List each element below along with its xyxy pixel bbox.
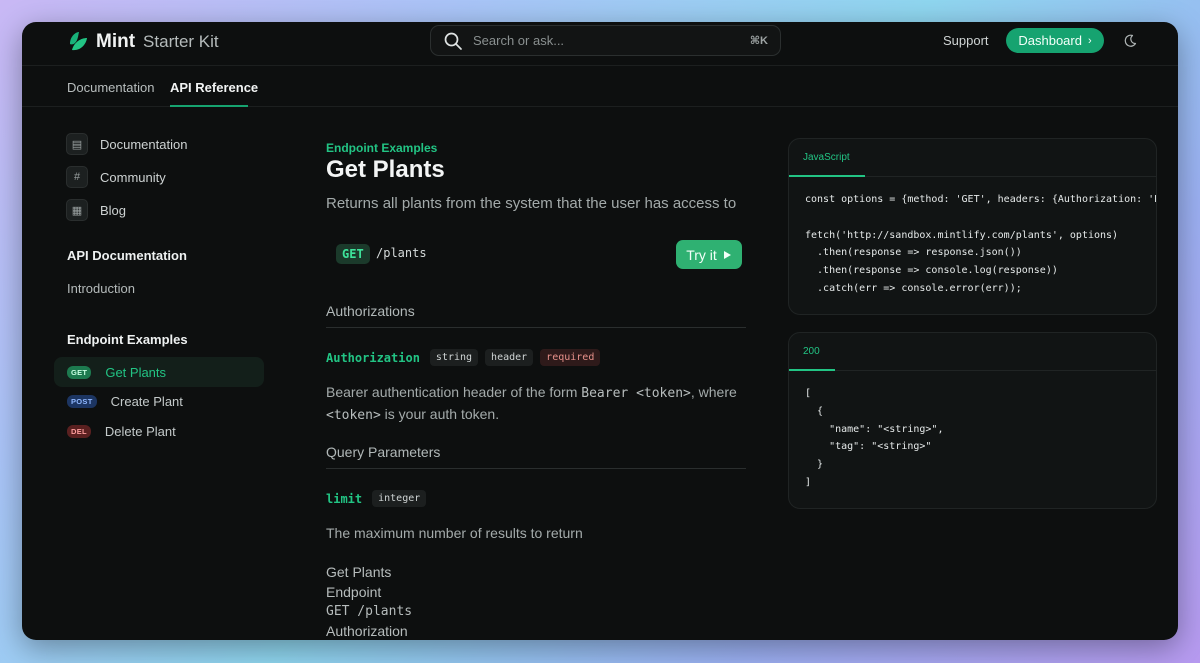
sidebar-item-create-plant[interactable]: POST Create Plant [54, 386, 264, 416]
tab-status-200[interactable]: 200 [803, 346, 820, 357]
sidebar-item-label: Community [100, 169, 166, 185]
sidebar-item-label: Create Plant [110, 393, 183, 409]
request-code-panel: JavaScript const options = {method: 'GET… [788, 138, 1157, 315]
top-bar: Mint Starter Kit Search or ask... ⌘K Sup… [22, 22, 1178, 66]
footer-line: Authorization [326, 623, 408, 639]
search-icon [444, 32, 462, 50]
desc-text: , where [690, 384, 737, 400]
auth-param-description: Bearer authentication header of the form… [326, 382, 746, 426]
desc-text: Bearer authentication header of the form [326, 384, 582, 400]
response-code-block: [ { "name": "<string>", "tag": "<string>… [805, 388, 944, 488]
limit-param-row: limit integer [326, 490, 427, 507]
type-tag: string [429, 349, 479, 366]
sidebar-item-delete-plant[interactable]: DEL Delete Plant [54, 416, 264, 446]
footer-line: Endpoint [326, 584, 382, 600]
sidebar-item-documentation[interactable]: ▤ Documentation [66, 133, 187, 155]
logo-name: Mint [96, 31, 136, 52]
sidebar-item-community[interactable]: # Community [66, 166, 166, 188]
sidebar-item-get-plants[interactable]: GET Get Plants [54, 357, 264, 387]
active-tab-indicator [789, 175, 865, 177]
logo-subtitle: Starter Kit [143, 32, 219, 51]
newspaper-icon: ▦ [66, 199, 88, 221]
page-description: Returns all plants from the system that … [326, 195, 737, 212]
sidebar-heading-endpoints: Endpoint Examples [67, 332, 188, 347]
top-tabs: Documentation API Reference [22, 67, 1178, 107]
required-tag: required [540, 349, 601, 366]
query-params-heading: Query Parameters [326, 444, 441, 460]
method-badge-post: POST [67, 394, 97, 408]
sidebar-item-blog[interactable]: ▦ Blog [66, 199, 126, 221]
authorizations-heading: Authorizations [326, 303, 415, 319]
mint-leaf-icon [70, 32, 87, 51]
play-icon [723, 250, 731, 259]
sidebar-item-label: Delete Plant [104, 423, 176, 439]
page-title: Get Plants [326, 156, 445, 183]
response-code-panel: 200 [ { "name": "<string>", "tag": "<str… [788, 332, 1157, 509]
divider [326, 468, 746, 469]
breadcrumb: Endpoint Examples [326, 141, 438, 155]
endpoint-bar: GET /plants Try it [326, 235, 746, 273]
location-tag: header [485, 349, 534, 366]
footer-line: Get Plants [326, 564, 392, 580]
dashboard-button[interactable]: Dashboard › [1006, 28, 1104, 53]
app-window: Mint Starter Kit Search or ask... ⌘K Sup… [22, 22, 1178, 640]
dashboard-label: Dashboard [1018, 33, 1082, 48]
footer-line: GET /plants [326, 604, 413, 619]
desc-text: is your auth token. [380, 406, 500, 422]
search-placeholder: Search or ask... [473, 33, 565, 48]
auth-param-row: Authorization string header required [326, 349, 601, 366]
tab-api-reference[interactable]: API Reference [170, 80, 258, 95]
slack-icon: # [66, 166, 88, 188]
try-it-button[interactable]: Try it [676, 240, 742, 269]
tab-javascript[interactable]: JavaScript [803, 152, 850, 163]
method-badge: GET [336, 244, 370, 264]
sidebar-item-label: Get Plants [105, 364, 167, 380]
active-tab-indicator [789, 369, 835, 371]
sidebar-heading-api: API Documentation [67, 248, 187, 263]
divider [326, 327, 746, 328]
sidebar-item-label: Documentation [100, 136, 188, 152]
sidebar-item-introduction[interactable]: Introduction [67, 281, 135, 296]
code-panel-header: 200 [789, 333, 1156, 371]
desc-code: Bearer <token> [581, 386, 691, 401]
param-name: Authorization [326, 350, 420, 365]
type-tag: integer [372, 490, 427, 507]
endpoint-path: /plants [376, 246, 427, 260]
support-link[interactable]: Support [943, 33, 989, 48]
method-badge-get: GET [67, 365, 92, 379]
moon-icon[interactable] [1123, 34, 1137, 48]
code-panel-header: JavaScript [789, 139, 1156, 177]
request-code-block: const options = {method: 'GET', headers:… [805, 194, 1156, 294]
try-it-label: Try it [686, 246, 717, 263]
sidebar-item-label: Blog [100, 202, 127, 218]
book-icon: ▤ [66, 133, 88, 155]
logo[interactable]: Mint Starter Kit [66, 30, 219, 54]
param-name: limit [326, 491, 363, 506]
active-tab-indicator [170, 105, 248, 107]
method-badge-delete: DEL [67, 424, 91, 438]
tab-documentation[interactable]: Documentation [67, 80, 154, 95]
chevron-right-icon: › [1087, 34, 1092, 47]
desc-code: <token> [326, 408, 381, 423]
search-shortcut: ⌘K [749, 35, 768, 47]
search-bar[interactable]: Search or ask... ⌘K [430, 25, 781, 56]
limit-param-description: The maximum number of results to return [326, 525, 583, 541]
